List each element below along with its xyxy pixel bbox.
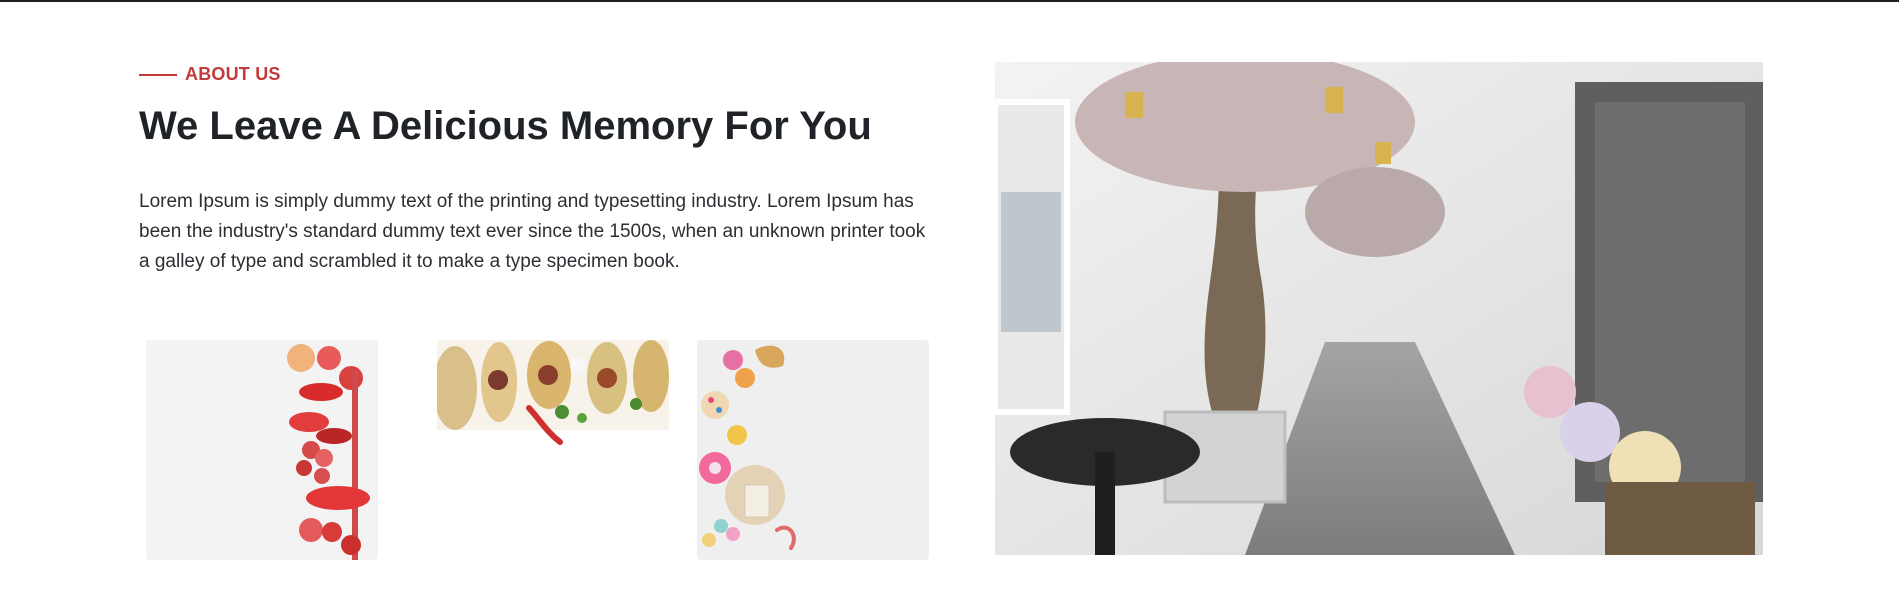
restaurant-interior-image	[995, 62, 1763, 555]
sweets-image	[697, 340, 929, 560]
section-kicker-text: ABOUT US	[185, 64, 281, 84]
thumbnail-red-foods	[146, 340, 378, 560]
tacos-image	[437, 340, 669, 560]
thumbnail-sweets	[697, 340, 929, 560]
thumbnail-tacos	[437, 340, 669, 560]
section-description: Lorem Ipsum is simply dummy text of the …	[139, 191, 926, 272]
about-section: ABOUT US We Leave A Delicious Memory For…	[0, 0, 1899, 604]
section-title: We Leave A Delicious Memory For You	[139, 104, 872, 148]
hero-image	[995, 62, 1763, 555]
about-text-column: ABOUT US We Leave A Delicious Memory For…	[139, 64, 929, 277]
section-kicker: ABOUT US	[139, 64, 929, 85]
kicker-line	[139, 73, 177, 76]
red-fruits-image	[146, 340, 378, 560]
